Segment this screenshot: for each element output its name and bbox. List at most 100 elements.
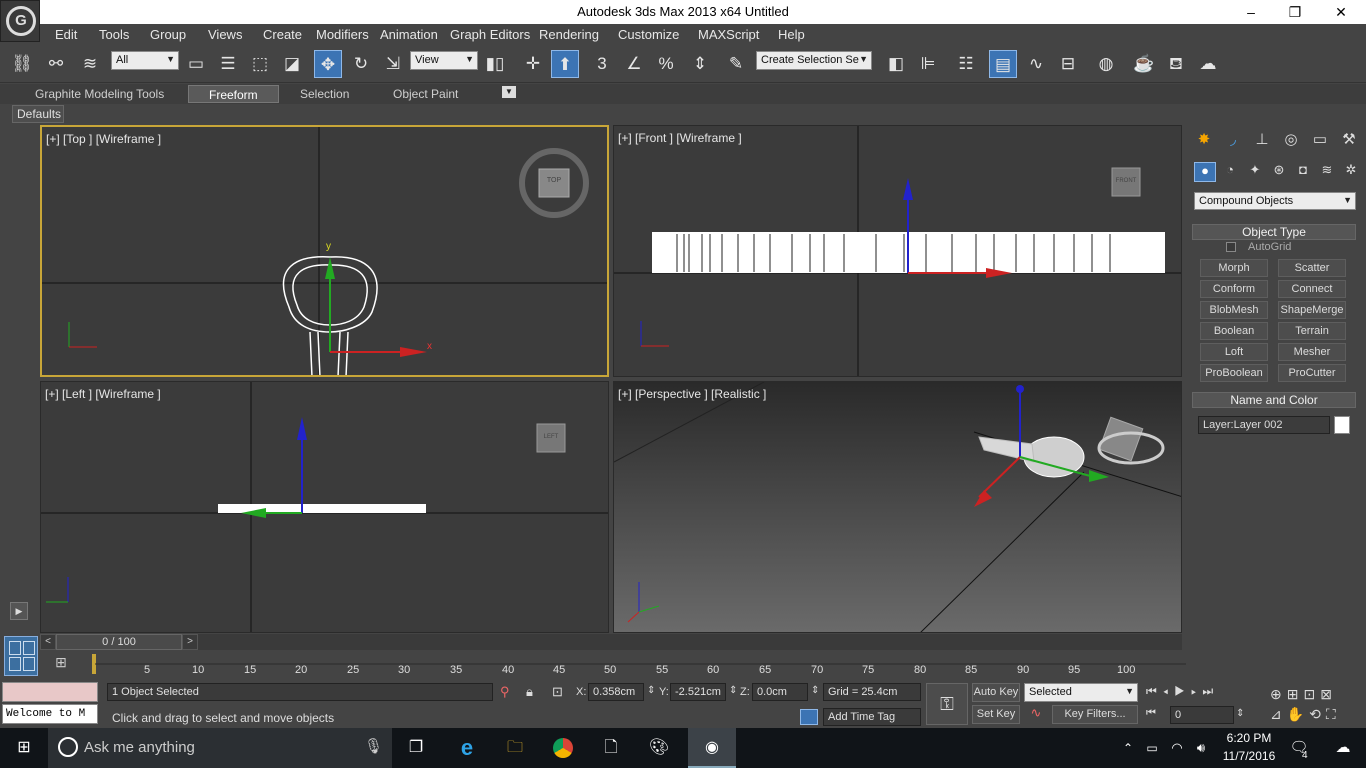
defaults-panel[interactable]: Defaults bbox=[12, 105, 64, 123]
clock-time[interactable]: 6:20 PM bbox=[1216, 731, 1282, 745]
viewport-top[interactable]: y x [+] [Top ] [Wireframe ] TOP bbox=[40, 125, 609, 377]
time-slider[interactable]: < 0 / 100 > bbox=[40, 634, 1182, 650]
render-setup-icon[interactable]: ☕ bbox=[1130, 50, 1158, 78]
motion-tab-icon[interactable]: ◎ bbox=[1279, 130, 1303, 152]
schematic-view-icon[interactable]: ⊟ bbox=[1054, 50, 1082, 78]
lock-selection-icon[interactable]: 🔒︎ bbox=[526, 684, 533, 700]
connect-button[interactable]: Connect bbox=[1278, 280, 1346, 298]
viewcube-top-label[interactable]: TOP bbox=[539, 177, 569, 184]
previous-frame-icon[interactable]: ◂ bbox=[1163, 684, 1174, 698]
angle-snap-icon[interactable]: ∠ bbox=[620, 50, 648, 78]
select-and-move-icon[interactable]: ✥ bbox=[314, 50, 342, 78]
geometry-icon[interactable]: ● bbox=[1194, 162, 1216, 182]
tab-selection[interactable]: Selection bbox=[300, 87, 349, 101]
z-spinner-icon[interactable]: ⇕ bbox=[811, 685, 819, 696]
create-tab-icon[interactable]: ✸ bbox=[1192, 130, 1216, 152]
viewport-label-top[interactable]: [+] [Top ] [Wireframe ] bbox=[46, 132, 161, 146]
maxscript-mini-listener[interactable]: Welcome to M bbox=[2, 704, 98, 724]
wifi-icon[interactable]: ◠ bbox=[1166, 728, 1188, 768]
display-tab-icon[interactable]: ▭ bbox=[1308, 130, 1332, 152]
window-crossing-icon[interactable]: ◪ bbox=[278, 50, 306, 78]
tab-object-paint[interactable]: Object Paint bbox=[393, 87, 458, 101]
set-key-icon[interactable]: ⚿ bbox=[926, 683, 968, 725]
prev-frame-arrow-icon[interactable]: < bbox=[40, 634, 56, 650]
terrain-button[interactable]: Terrain bbox=[1278, 322, 1346, 340]
menu-customize[interactable]: Customize bbox=[618, 27, 679, 42]
notepad-icon[interactable]: 🗋 bbox=[590, 728, 632, 768]
systems-icon[interactable]: ✲ bbox=[1340, 162, 1362, 182]
cameras-icon[interactable]: ⊛ bbox=[1268, 162, 1290, 182]
pan-icon[interactable]: ✋ bbox=[1287, 706, 1309, 722]
next-frame-icon[interactable]: ▸ bbox=[1191, 684, 1202, 698]
close-button[interactable]: ✕ bbox=[1318, 0, 1364, 24]
edit-named-selection-icon[interactable]: ✎ bbox=[722, 50, 750, 78]
set-key-button[interactable]: Set Key bbox=[972, 705, 1020, 724]
link-icon[interactable]: ⛓ bbox=[8, 50, 36, 78]
zoom-extents-icon[interactable]: ⊡ bbox=[1303, 686, 1320, 702]
graphite-ribbon-icon[interactable]: ▤ bbox=[989, 50, 1017, 78]
boolean-button[interactable]: Boolean bbox=[1200, 322, 1268, 340]
application-button[interactable]: G bbox=[0, 0, 40, 42]
reference-coordinate-dropdown[interactable]: View ▼ bbox=[410, 51, 478, 70]
select-object-icon[interactable]: ▭ bbox=[182, 50, 210, 78]
pivot-center-icon[interactable]: ▮▯ bbox=[481, 50, 509, 78]
absolute-mode-icon[interactable]: ⊡ bbox=[552, 684, 563, 700]
scatter-button[interactable]: Scatter bbox=[1278, 259, 1346, 277]
rectangular-region-icon[interactable]: ⬚ bbox=[246, 50, 274, 78]
zoom-all-icon[interactable]: ⊞ bbox=[1287, 686, 1304, 702]
viewport-layout-icon[interactable] bbox=[4, 636, 38, 676]
go-to-end-icon[interactable]: ⏭ bbox=[1202, 684, 1219, 698]
viewport-perspective[interactable]: [+] [Perspective ] [Realistic ] bbox=[613, 381, 1182, 633]
windows-start-icon[interactable]: ⊞ bbox=[0, 728, 48, 768]
menu-tools[interactable]: Tools bbox=[99, 27, 129, 42]
proboolean-button[interactable]: ProBoolean bbox=[1200, 364, 1268, 382]
named-selection-dropdown[interactable]: Create Selection Se ▼ bbox=[756, 51, 872, 70]
zoom-extents-all-icon[interactable]: ⊠ bbox=[1320, 686, 1337, 702]
object-category-dropdown[interactable]: Compound Objects ▼ bbox=[1194, 192, 1356, 210]
viewport-front[interactable]: [+] [Front ] [Wireframe ] FRONT bbox=[613, 125, 1182, 377]
loft-button[interactable]: Loft bbox=[1200, 343, 1268, 361]
cloud-icon[interactable]: ☁ bbox=[1326, 728, 1360, 768]
viewport-left[interactable]: [+] [Left ] [Wireframe ] LEFT bbox=[40, 381, 609, 633]
next-frame-arrow-icon[interactable]: > bbox=[182, 634, 198, 650]
auto-key-button[interactable]: Auto Key bbox=[972, 683, 1020, 702]
x-coordinate-field[interactable]: 0.358cm bbox=[588, 683, 644, 701]
tab-graphite-modeling-tools[interactable]: Graphite Modeling Tools bbox=[35, 87, 164, 101]
procutter-button[interactable]: ProCutter bbox=[1278, 364, 1346, 382]
file-explorer-icon[interactable]: 🗀 bbox=[494, 728, 536, 768]
selection-filter-dropdown[interactable]: All ▼ bbox=[111, 51, 179, 70]
menu-group[interactable]: Group bbox=[150, 27, 186, 42]
select-by-name-icon[interactable]: ☰ bbox=[214, 50, 242, 78]
x-spinner-icon[interactable]: ⇕ bbox=[647, 685, 655, 696]
lights-icon[interactable]: ✦ bbox=[1244, 162, 1266, 182]
maximize-viewport-icon[interactable]: ⛶ bbox=[1326, 706, 1341, 722]
select-and-scale-icon[interactable]: ⇲ bbox=[379, 50, 407, 78]
menu-graph-editors[interactable]: Graph Editors bbox=[450, 27, 530, 42]
minimize-button[interactable]: – bbox=[1228, 0, 1274, 24]
frame-spinner-icon[interactable]: ⇕ bbox=[1236, 708, 1244, 719]
key-filters-button[interactable]: Key Filters... bbox=[1052, 705, 1138, 724]
viewcube-left-label[interactable]: LEFT bbox=[537, 434, 565, 440]
unlink-icon[interactable]: ⚯ bbox=[42, 50, 70, 78]
object-type-rollout[interactable]: Object Type bbox=[1192, 224, 1356, 240]
add-time-tag-button[interactable]: Add Time Tag bbox=[823, 708, 921, 726]
viewport-label-perspective[interactable]: [+] [Perspective ] [Realistic ] bbox=[618, 387, 766, 401]
menu-rendering[interactable]: Rendering bbox=[539, 27, 599, 42]
menu-help[interactable]: Help bbox=[778, 27, 805, 42]
viewcube-front-label[interactable]: FRONT bbox=[1112, 178, 1140, 184]
render-production-icon[interactable]: ☁ bbox=[1194, 50, 1222, 78]
menu-modifiers[interactable]: Modifiers bbox=[316, 27, 369, 42]
chrome-icon[interactable] bbox=[542, 728, 584, 768]
paint-icon[interactable]: 🎨︎ bbox=[638, 728, 680, 768]
helpers-icon[interactable]: ◘ bbox=[1292, 162, 1314, 182]
viewport-label-front[interactable]: [+] [Front ] [Wireframe ] bbox=[618, 131, 742, 145]
conform-button[interactable]: Conform bbox=[1200, 280, 1268, 298]
shapemerge-button[interactable]: ShapeMerge bbox=[1278, 301, 1346, 319]
modify-tab-icon[interactable]: ◞ bbox=[1221, 130, 1245, 152]
object-name-field[interactable]: Layer:Layer 002 bbox=[1198, 416, 1330, 434]
percent-snap-icon[interactable]: % bbox=[652, 50, 680, 78]
expand-rail-icon[interactable]: ▶ bbox=[10, 602, 28, 620]
menu-create[interactable]: Create bbox=[263, 27, 302, 42]
time-tag-icon[interactable] bbox=[800, 709, 818, 725]
key-mode-toggle-icon[interactable]: ⏮ bbox=[1146, 707, 1166, 723]
